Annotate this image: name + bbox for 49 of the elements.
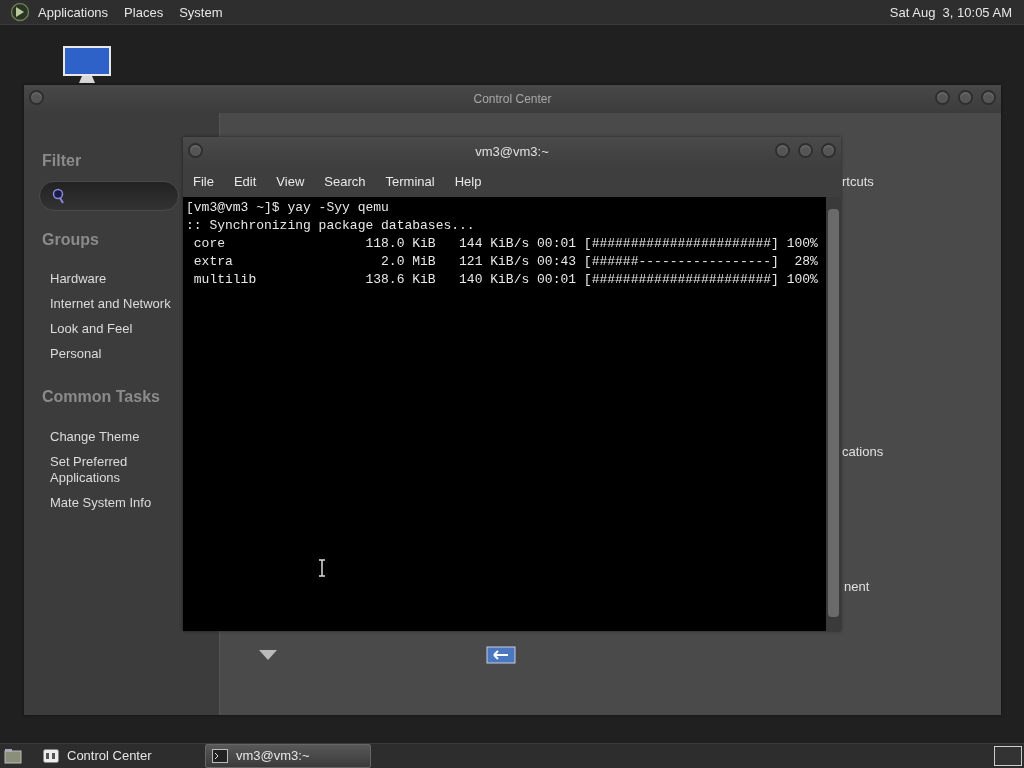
search-icon (52, 188, 66, 204)
section-heading: Groups (42, 230, 99, 250)
menu-item[interactable]: Terminal (385, 172, 435, 192)
window-title: Control Center (473, 91, 552, 108)
panel-menu[interactable]: Applications (30, 0, 117, 25)
window-control-button[interactable] (798, 143, 813, 158)
computer-icon (62, 45, 112, 85)
window-control-button[interactable] (188, 143, 203, 158)
sidebar-item[interactable]: Set Preferred Applications (42, 454, 152, 486)
panel-menu[interactable]: Places (116, 0, 172, 25)
terminal-icon (212, 749, 228, 763)
menu-item[interactable]: Help (454, 172, 482, 192)
window-control-button[interactable] (29, 90, 44, 105)
item-label[interactable]: rtcuts (842, 172, 874, 192)
taskbar-button[interactable]: vm3@vm3:~ (205, 744, 371, 768)
window-control-button[interactable] (981, 90, 996, 105)
item-label[interactable]: nent (844, 577, 870, 597)
scrollbar[interactable] (826, 197, 841, 631)
item-label[interactable]: cations (842, 442, 884, 462)
taskbar-button[interactable]: Control Center (36, 744, 202, 768)
sidebar-item[interactable]: Internet and Network (42, 296, 171, 312)
window-title: vm3@vm3:~ (475, 143, 549, 162)
sidebar-item[interactable]: Personal (42, 346, 102, 362)
search-field[interactable] (39, 181, 179, 211)
window-control-button[interactable] (775, 143, 790, 158)
menu-item[interactable]: Edit (233, 172, 257, 192)
terminal-line: [vm3@vm3 ~]$ yay -Syy qemu (185, 199, 390, 217)
window-control-button[interactable] (821, 143, 836, 158)
sidebar-item[interactable]: Change Theme (42, 429, 152, 445)
section-heading: Filter (42, 151, 82, 171)
terminal-line: core 118.0 KiB 144 KiB/s 00:01 [#######################] 100% (192, 235, 819, 253)
menu-item[interactable]: View (276, 172, 305, 192)
window-control-button[interactable] (935, 90, 950, 105)
menu-item[interactable]: File (193, 172, 214, 192)
terminal-line: multilib 138.6 KiB 140 KiB/s 00:01 [#######################] 100% (192, 271, 819, 289)
panel-menu[interactable]: System (171, 0, 231, 25)
menu-item[interactable]: Search (324, 172, 366, 192)
clock[interactable]: Sat Aug 3, 10:05 AM (881, 0, 1020, 25)
terminal-line: :: Synchronizing package databases... (185, 217, 476, 235)
sidebar-item[interactable]: Mate System Info (42, 495, 152, 511)
text-cursor-icon (318, 559, 326, 577)
section-heading: Common Tasks (42, 387, 160, 407)
window-control-button[interactable] (958, 90, 973, 105)
sidebar-item[interactable]: Look and Feel (42, 321, 133, 337)
terminal-line: extra 2.0 MiB 121 KiB/s 00:43 [######-----------------] 28% (192, 253, 819, 271)
show-desktop-icon (4, 748, 22, 764)
scrollbar-thumb[interactable] (828, 209, 839, 617)
sidebar-item[interactable]: Hardware (42, 271, 107, 287)
control-panel-icon (43, 749, 59, 763)
